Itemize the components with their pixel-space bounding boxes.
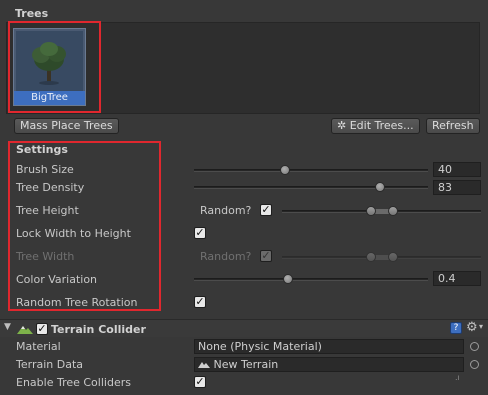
tree-preview-image xyxy=(16,31,83,91)
terrain-data-picker-icon[interactable] xyxy=(470,360,479,369)
terrain-icon xyxy=(17,326,33,334)
brush-size-label: Brush Size xyxy=(16,163,74,176)
color-variation-label: Color Variation xyxy=(16,273,98,286)
tree-height-max-thumb[interactable] xyxy=(388,206,398,216)
gear-icon: ✲ xyxy=(337,119,347,132)
terrain-data-field[interactable]: New Terrain xyxy=(194,357,464,372)
tree-thumbnail-label: BigTree xyxy=(14,91,85,105)
tree-density-field[interactable]: 83 xyxy=(433,180,481,195)
tree-height-label: Tree Height xyxy=(16,204,79,217)
lock-width-label: Lock Width to Height xyxy=(16,227,131,240)
edit-trees-button[interactable]: ✲ Edit Trees... xyxy=(331,118,420,134)
settings-gear-icon[interactable]: ⚙ xyxy=(466,320,478,335)
enable-tree-colliders-label: Enable Tree Colliders xyxy=(16,376,131,389)
random-rotation-label: Random Tree Rotation xyxy=(16,296,138,309)
foldout-arrow-icon[interactable]: ▼ xyxy=(4,322,11,332)
trees-section-title: Trees xyxy=(15,7,49,20)
mass-place-trees-button[interactable]: Mass Place Trees xyxy=(14,118,119,134)
tree-height-random-label: Random? xyxy=(200,204,252,217)
terrain-data-icon xyxy=(198,362,210,368)
dropdown-arrow-icon[interactable]: ▾ xyxy=(479,322,483,331)
tree-density-slider[interactable] xyxy=(194,180,428,194)
tree-icon xyxy=(32,42,66,85)
object-picker-icon[interactable] xyxy=(470,342,479,351)
tree-height-minmax-slider[interactable] xyxy=(282,204,481,218)
color-variation-field[interactable]: 0.4 xyxy=(433,271,481,286)
brush-size-slider[interactable] xyxy=(194,163,428,177)
lock-width-checkbox[interactable]: ✓ xyxy=(194,227,206,239)
tree-density-label: Tree Density xyxy=(16,181,85,194)
tree-height-random-checkbox[interactable]: ✓ xyxy=(260,204,272,216)
tree-height-min-thumb[interactable] xyxy=(366,206,376,216)
tree-width-minmax-slider xyxy=(282,250,481,264)
settings-section-title: Settings xyxy=(16,143,68,156)
enable-tree-colliders-checkbox[interactable]: ✓ xyxy=(194,376,206,388)
material-label: Material xyxy=(16,340,61,353)
tree-width-label: Tree Width xyxy=(16,250,75,263)
terrain-collider-enabled-checkbox[interactable]: ✓ xyxy=(36,323,48,335)
tree-width-random-label: Random? xyxy=(200,250,252,263)
material-field[interactable]: None (Physic Material) xyxy=(194,339,464,354)
color-variation-slider[interactable] xyxy=(194,272,428,286)
brush-size-slider-thumb[interactable] xyxy=(280,165,290,175)
tree-density-slider-thumb[interactable] xyxy=(375,182,385,192)
edit-trees-label: Edit Trees... xyxy=(349,119,414,132)
tree-width-random-checkbox: ✓ xyxy=(260,249,272,262)
tree-thumbnail-bigtree[interactable]: BigTree xyxy=(13,28,86,106)
terrain-collider-title: Terrain Collider xyxy=(51,323,146,336)
help-icon[interactable]: ? xyxy=(450,322,462,334)
color-variation-slider-thumb[interactable] xyxy=(283,274,293,284)
resize-handle-icon[interactable]: .ı xyxy=(455,373,460,382)
brush-size-field[interactable]: 40 xyxy=(433,162,481,177)
refresh-button[interactable]: Refresh xyxy=(426,118,480,134)
terrain-data-label: Terrain Data xyxy=(16,358,83,371)
random-rotation-checkbox[interactable]: ✓ xyxy=(194,296,206,308)
terrain-data-value: New Terrain xyxy=(213,358,279,371)
